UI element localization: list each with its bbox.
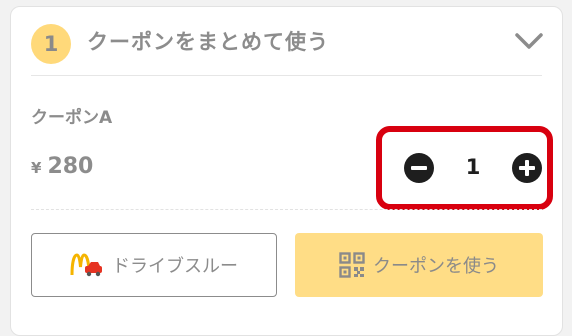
chevron-down-icon[interactable] xyxy=(514,29,544,53)
qr-code-icon xyxy=(339,252,365,278)
dashed-divider xyxy=(31,209,542,210)
price-amount: 280 xyxy=(47,154,94,179)
minus-circle-icon[interactable] xyxy=(404,153,434,183)
coupon-group-header[interactable]: 1 クーポンをまとめて使う xyxy=(11,7,562,77)
section-title: クーポンをまとめて使う xyxy=(87,30,329,54)
drive-thru-label: ドライブスルー xyxy=(112,256,238,277)
currency-symbol: ¥ xyxy=(31,159,42,177)
coupon-price: ¥280 xyxy=(31,154,93,179)
coupon-card: 1 クーポンをまとめて使う クーポンA ¥280 1 ドライブスルー クーポンを… xyxy=(10,6,563,336)
mcdonalds-drive-thru-icon xyxy=(70,253,104,277)
step-number: 1 xyxy=(43,32,59,56)
divider xyxy=(31,75,542,76)
use-coupon-label: クーポンを使う xyxy=(373,256,499,277)
quantity-value: 1 xyxy=(465,155,481,179)
step-badge: 1 xyxy=(31,24,71,64)
drive-thru-button[interactable]: ドライブスルー xyxy=(31,233,277,297)
plus-circle-icon[interactable] xyxy=(512,153,542,183)
use-coupon-button[interactable]: クーポンを使う xyxy=(295,233,543,297)
coupon-name: クーポンA xyxy=(31,108,113,128)
